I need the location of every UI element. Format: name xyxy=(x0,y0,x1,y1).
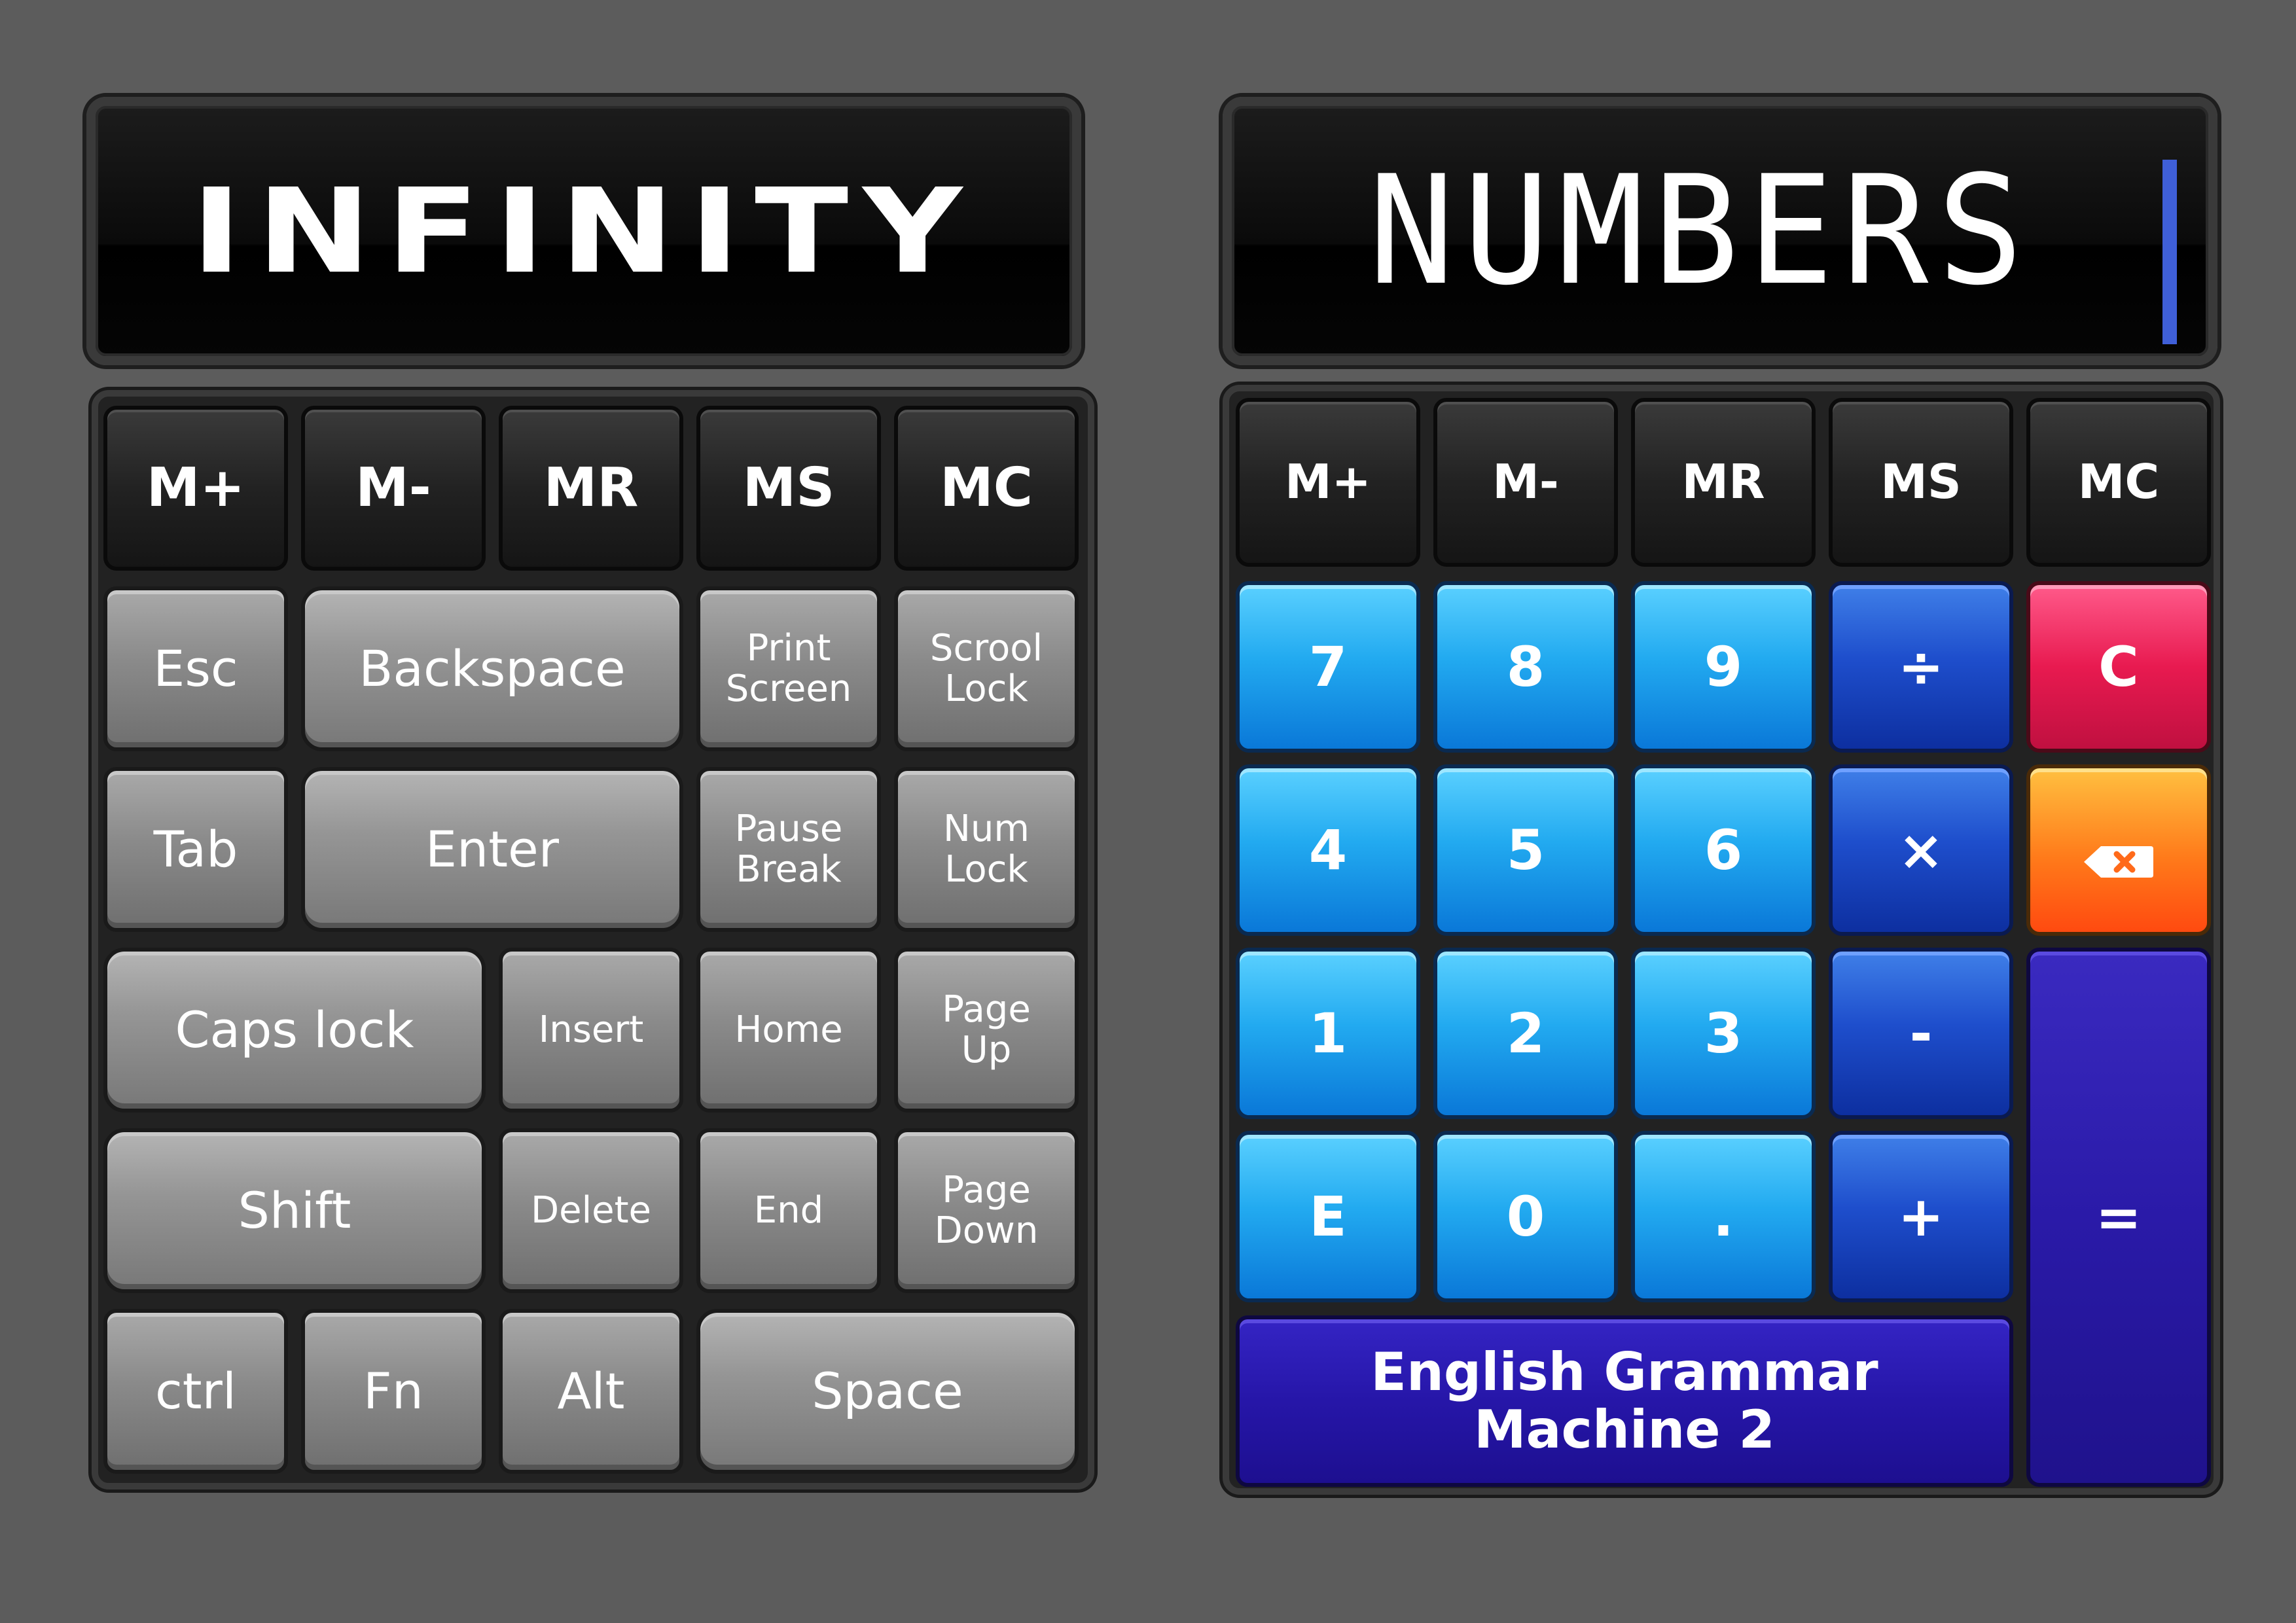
fn-key[interactable]: Fn xyxy=(301,1309,486,1474)
delete-key[interactable]: Delete xyxy=(499,1128,683,1293)
print-screen-key[interactable]: Print Screen xyxy=(696,586,881,751)
right-memory-mr-button[interactable]: MR xyxy=(1631,398,1816,567)
minus-button[interactable]: - xyxy=(1829,948,2013,1119)
backspace-button[interactable] xyxy=(2026,764,2211,936)
divide-button[interactable]: ÷ xyxy=(1829,581,2013,753)
left-memory-mr-button[interactable]: MR xyxy=(499,406,683,571)
backspace-icon xyxy=(2083,833,2155,878)
right-memory-mminus-button[interactable]: M- xyxy=(1433,398,1618,567)
right-display: NUMBERS xyxy=(1223,97,2217,365)
tab-key[interactable]: Tab xyxy=(103,767,288,932)
title-banner: English Grammar Machine 2 xyxy=(1236,1315,2013,1487)
left-display: INFINITY xyxy=(86,97,1081,365)
left-memory-mplus-button[interactable]: M+ xyxy=(103,406,288,571)
right-memory-ms-button[interactable]: MS xyxy=(1829,398,2013,567)
end-key[interactable]: End xyxy=(696,1128,881,1293)
multiply-button[interactable]: × xyxy=(1829,764,2013,936)
esc-key[interactable]: Esc xyxy=(103,586,288,751)
digit-1-button[interactable]: 1 xyxy=(1236,948,1420,1119)
shift-key[interactable]: Shift xyxy=(103,1128,486,1293)
space-key[interactable]: Space xyxy=(696,1309,1079,1474)
caps-lock-key[interactable]: Caps lock xyxy=(103,948,486,1113)
digit-8-button[interactable]: 8 xyxy=(1433,581,1618,753)
page-down-key[interactable]: Page Down xyxy=(894,1128,1079,1293)
backspace-key[interactable]: Backspace xyxy=(301,586,683,751)
page-up-key[interactable]: Page Up xyxy=(894,948,1079,1113)
pause-break-key[interactable]: Pause Break xyxy=(696,767,881,932)
left-display-text: INFINITY xyxy=(190,162,977,300)
digit-0-button[interactable]: 0 xyxy=(1433,1131,1618,1302)
digit-4-button[interactable]: 4 xyxy=(1236,764,1420,936)
left-memory-ms-button[interactable]: MS xyxy=(696,406,881,571)
equals-button[interactable]: = xyxy=(2026,948,2211,1487)
enter-key[interactable]: Enter xyxy=(301,767,683,932)
left-memory-mc-button[interactable]: MC xyxy=(894,406,1079,571)
right-display-text: NUMBERS xyxy=(1369,143,2032,319)
exponent-button[interactable]: E xyxy=(1236,1131,1420,1302)
right-memory-mc-button[interactable]: MC xyxy=(2026,398,2211,567)
home-key[interactable]: Home xyxy=(696,948,881,1113)
clear-button[interactable]: C xyxy=(2026,581,2211,753)
insert-key[interactable]: Insert xyxy=(499,948,683,1113)
digit-6-button[interactable]: 6 xyxy=(1631,764,1816,936)
right-memory-mplus-button[interactable]: M+ xyxy=(1236,398,1420,567)
plus-button[interactable]: + xyxy=(1829,1131,2013,1302)
alt-key[interactable]: Alt xyxy=(499,1309,683,1474)
scroll-lock-key[interactable]: Scrool Lock xyxy=(894,586,1079,751)
digit-5-button[interactable]: 5 xyxy=(1433,764,1618,936)
num-lock-key[interactable]: Num Lock xyxy=(894,767,1079,932)
digit-9-button[interactable]: 9 xyxy=(1631,581,1816,753)
decimal-point-button[interactable]: . xyxy=(1631,1131,1816,1302)
digit-2-button[interactable]: 2 xyxy=(1433,948,1618,1119)
text-cursor xyxy=(2162,160,2177,344)
ctrl-key[interactable]: ctrl xyxy=(103,1309,288,1474)
left-memory-mminus-button[interactable]: M- xyxy=(301,406,486,571)
digit-7-button[interactable]: 7 xyxy=(1236,581,1420,753)
digit-3-button[interactable]: 3 xyxy=(1631,948,1816,1119)
